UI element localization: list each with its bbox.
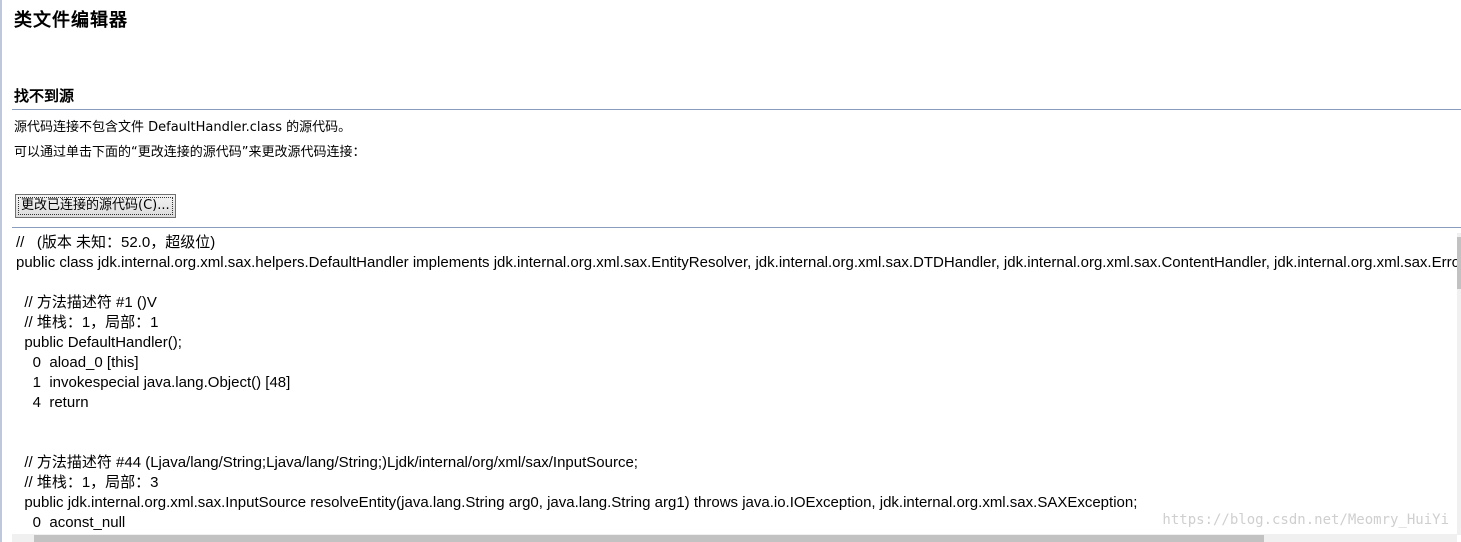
code-line: 4 return: [16, 394, 89, 411]
horizontal-scrollbar[interactable]: [12, 534, 1457, 542]
code-line: // (版本 未知：52.0，超级位): [16, 234, 216, 251]
change-attached-source-button[interactable]: 更改已连接的源代码(C)...: [15, 194, 176, 218]
code-line: // 堆栈：1，局部：3: [16, 474, 159, 491]
code-line: public DefaultHandler();: [16, 334, 182, 351]
watermark: https://blog.csdn.net/Meomry_HuiYi: [1162, 512, 1449, 528]
code-line: 0 aconst_null: [16, 514, 126, 531]
code-line: // 方法描述符 #1 ()V: [16, 294, 157, 311]
code-line: public jdk.internal.org.xml.sax.InputSou…: [16, 494, 1138, 511]
vertical-scrollbar[interactable]: [1457, 233, 1461, 535]
code-line: // 堆栈：1，局部：1: [16, 314, 159, 331]
horizontal-scrollbar-thumb[interactable]: [34, 535, 1264, 542]
code-line: public class jdk.internal.org.xml.sax.he…: [16, 254, 1457, 271]
code-line: 0 aload_0 [this]: [16, 354, 139, 371]
code-divider: [12, 227, 1461, 228]
vertical-scrollbar-thumb[interactable]: [1457, 237, 1461, 289]
code-line: 1 invokespecial java.lang.Object() [48]: [16, 374, 291, 391]
change-source-hint: 可以通过单击下面的“更改连接的源代码”来更改源代码连接：: [14, 145, 366, 160]
editor-title: 类文件编辑器: [14, 10, 128, 31]
heading-divider: [12, 109, 1461, 110]
class-file-editor: 类文件编辑器 找不到源 源代码连接不包含文件 DefaultHandler.cl…: [0, 0, 1461, 542]
bytecode-view[interactable]: // (版本 未知：52.0，超级位) public class jdk.int…: [12, 233, 1457, 535]
source-not-found-message: 源代码连接不包含文件 DefaultHandler.class 的源代码。: [14, 120, 352, 135]
source-not-found-heading: 找不到源: [14, 87, 75, 105]
code-line: // 方法描述符 #44 (Ljava/lang/String;Ljava/la…: [16, 454, 638, 471]
